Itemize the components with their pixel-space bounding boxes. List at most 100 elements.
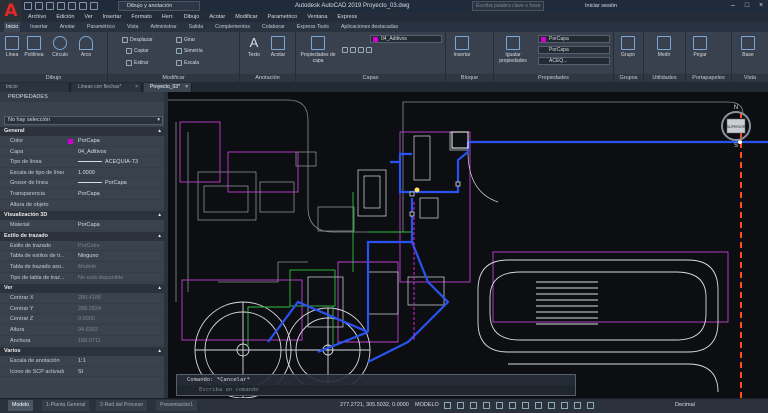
menu-archivo[interactable]: Archivo	[28, 14, 46, 20]
close-icon[interactable]: ×	[754, 0, 768, 12]
menu-parametrico[interactable]: Parametrico	[268, 14, 298, 20]
layer-match-icon[interactable]	[366, 47, 372, 53]
scale-button[interactable]: Escala	[176, 59, 199, 67]
layout-tab-planta-general[interactable]: 1-Planta General	[42, 400, 90, 411]
model-space-toggle[interactable]: MODELO	[415, 402, 439, 408]
doc-tab-inicio[interactable]: Inicio	[0, 83, 70, 92]
viewcube-south-label[interactable]: S	[734, 143, 738, 149]
units-dropdown[interactable]: Decimal	[675, 402, 695, 408]
menu-modificar[interactable]: Modificar	[235, 14, 257, 20]
tab-anotar[interactable]: Anotar	[58, 22, 77, 32]
move-button[interactable]: Desplazar	[122, 36, 153, 44]
doc-tab-lineas-con-flechas[interactable]: Lineas con flechas* ×	[72, 83, 142, 92]
base-view-button[interactable]: Base	[738, 36, 758, 58]
maximize-icon[interactable]: □	[740, 0, 754, 12]
annotation-monitor-icon[interactable]	[587, 402, 594, 409]
prop-row-annotation-scale[interactable]: Escala de anotación 1:1	[0, 356, 167, 367]
prop-row-ucs-icon-on[interactable]: Icono de SCP activado Sí	[0, 367, 167, 378]
arc-button[interactable]: Arco	[76, 36, 96, 58]
color-dropdown[interactable]: PorCapa	[538, 35, 610, 43]
close-tab-icon[interactable]: ×	[135, 83, 138, 92]
osnap-icon[interactable]	[496, 402, 503, 409]
measure-button[interactable]: Medir	[654, 36, 674, 58]
otrack-icon[interactable]	[509, 402, 516, 409]
prop-row-transparency[interactable]: Transparencia PorCapa	[0, 189, 167, 200]
application-menu-button[interactable]: A	[0, 0, 22, 22]
tab-express-tools[interactable]: Express Tools	[295, 22, 331, 32]
sign-in-button[interactable]: Iniciar sesión	[585, 1, 617, 11]
prop-row-lineweight[interactable]: Grosor de línea PorCapa	[0, 178, 167, 189]
polar-icon[interactable]	[483, 402, 490, 409]
menu-express[interactable]: Express	[337, 14, 357, 20]
tab-complementos[interactable]: Complementos	[213, 22, 252, 32]
viewcube-north-label[interactable]: N	[734, 105, 738, 111]
transparency-icon[interactable]	[535, 402, 542, 409]
layer-dropdown[interactable]: 04_Aditivos	[370, 35, 442, 43]
menu-ventana[interactable]: Ventana	[307, 14, 327, 20]
menu-formato[interactable]: Formato	[131, 14, 151, 20]
layer-properties-button[interactable]: Propiedades de capa	[300, 36, 336, 64]
tab-parametrico[interactable]: Paramétrico	[85, 22, 117, 32]
command-input[interactable]: Escriba un comando	[177, 385, 575, 395]
layout-tab-modelo[interactable]: Modelo	[8, 400, 34, 411]
tab-insertar[interactable]: Insertar	[28, 22, 50, 32]
ortho-icon[interactable]	[470, 402, 477, 409]
prop-row-material[interactable]: Material PorCapa	[0, 220, 167, 231]
tab-vista[interactable]: Vista	[125, 22, 140, 32]
selection-dropdown[interactable]: No hay selección ▾	[4, 116, 163, 125]
menu-edicion[interactable]: Edición	[56, 14, 74, 20]
selection-grips[interactable]	[409, 181, 461, 217]
menu-ver[interactable]: Ver	[84, 14, 92, 20]
annotation-scale-icon[interactable]	[561, 402, 568, 409]
minimize-icon[interactable]: –	[726, 0, 740, 12]
lineweight-dropdown[interactable]: PorCapa	[538, 46, 610, 54]
section-ver[interactable]: Ver ▴	[0, 284, 167, 294]
menu-herramientas[interactable]: Herr.	[162, 14, 174, 20]
tab-administrar[interactable]: Administrar	[148, 22, 178, 32]
prop-row-linetype-scale[interactable]: Escala de tipo de línea 1.0000	[0, 168, 167, 179]
polyline-button[interactable]: Polilínea	[24, 36, 44, 58]
rotate-button[interactable]: Girar	[176, 36, 195, 44]
prop-row-layer[interactable]: Capa 04_Aditivos	[0, 147, 167, 158]
layer-freeze-icon[interactable]	[342, 47, 348, 53]
layer-off-icon[interactable]	[358, 47, 364, 53]
menu-insertar[interactable]: Insertar	[103, 14, 122, 20]
help-search-input[interactable]: Escriba palabra clave o frase	[472, 1, 544, 11]
prop-row-plot-style-table[interactable]: Tabla de estilos de tr... Ninguno	[0, 251, 167, 262]
circle-button[interactable]: Círculo	[50, 36, 70, 58]
paste-button[interactable]: Pegar	[690, 36, 710, 58]
workspace-dropdown[interactable]: Dibujo y anotación	[118, 1, 200, 11]
selection-cycling-icon[interactable]	[548, 402, 555, 409]
menu-acotar[interactable]: Acotar	[209, 14, 225, 20]
save-as-icon[interactable]	[57, 2, 65, 10]
text-button[interactable]: A Texto	[244, 36, 264, 59]
snap-icon[interactable]	[457, 402, 464, 409]
selected-block[interactable]	[451, 131, 469, 149]
tab-colaborar[interactable]: Colaborar	[260, 22, 287, 32]
dimension-button[interactable]: Acotar	[268, 36, 288, 58]
line-button[interactable]: Línea	[2, 36, 22, 58]
copy-button[interactable]: Copiar	[126, 47, 149, 55]
linetype-dropdown[interactable]: ACEQ...	[538, 57, 610, 65]
section-varios[interactable]: Varios ▴	[0, 347, 167, 357]
undo-icon[interactable]	[79, 2, 87, 10]
tab-salida[interactable]: Salida	[187, 22, 205, 32]
redo-icon[interactable]	[90, 2, 98, 10]
tab-aplicaciones-destacadas[interactable]: Aplicaciones destacadas	[339, 22, 400, 32]
viewcube[interactable]: SUPERIOR N S	[716, 100, 756, 150]
new-icon[interactable]	[24, 2, 32, 10]
section-general[interactable]: General ▴	[0, 127, 167, 136]
section-estilo-de-trazado[interactable]: Estilo de trazado ▴	[0, 231, 167, 241]
layer-lock-icon[interactable]	[350, 47, 356, 53]
lineweight-icon[interactable]	[522, 402, 529, 409]
doc-tab-proyecto-03[interactable]: Proyecto_03* ×	[144, 83, 192, 92]
mirror-button[interactable]: Simetría	[176, 47, 203, 55]
tab-inicio[interactable]: Inicio	[4, 22, 21, 32]
menu-dibujo[interactable]: Dibujo	[184, 14, 200, 20]
layout-tab-red-del-proceso[interactable]: 2-Red del Proceso	[96, 400, 147, 411]
save-icon[interactable]	[46, 2, 54, 10]
section-visualizacion-3d[interactable]: Visualización 3D ▴	[0, 211, 167, 221]
close-tab-icon[interactable]: ×	[185, 83, 188, 92]
insert-block-button[interactable]: Insertar	[452, 36, 472, 58]
prop-row-linetype[interactable]: Tipo de línea ACEQUIA-T3	[0, 157, 167, 168]
